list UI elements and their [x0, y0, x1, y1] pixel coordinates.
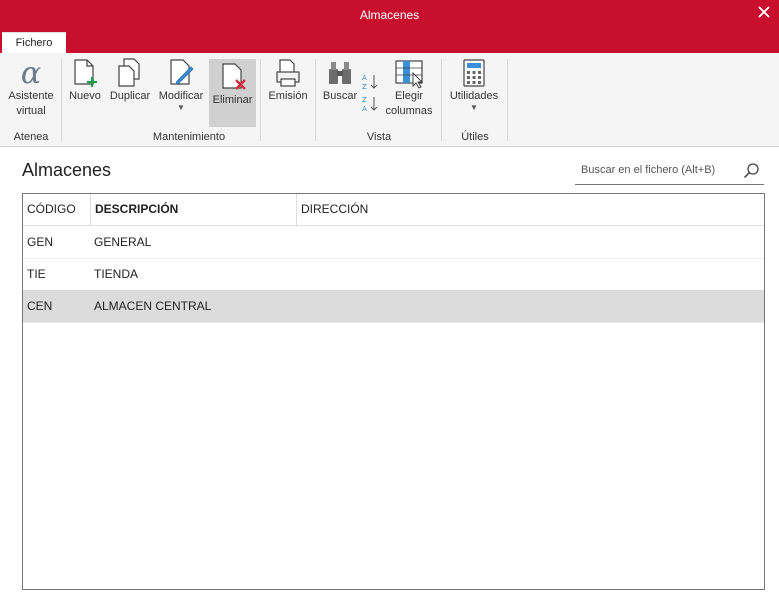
cell-direccion: [297, 290, 764, 322]
asistente-label-line2: virtual: [16, 105, 46, 117]
delete-document-icon: [221, 63, 246, 90]
chevron-down-icon: ▼: [177, 103, 185, 112]
column-header-direccion[interactable]: DIRECCIÓN: [297, 194, 764, 225]
modificar-label: Modificar: [158, 90, 204, 102]
group-label-vista: Vista: [366, 131, 392, 143]
svg-text:α: α: [21, 57, 41, 89]
table-row-selected[interactable]: CEN ALMACEN CENTRAL: [23, 290, 764, 323]
search-icon[interactable]: [743, 162, 760, 179]
sort-za-icon[interactable]: Z A: [361, 95, 379, 112]
utilidades-label: Utilidades: [449, 90, 499, 102]
duplicate-icon: [118, 58, 140, 87]
elegir-label-line2: columnas: [385, 105, 433, 117]
duplicar-button[interactable]: Duplicar: [106, 57, 154, 127]
cell-codigo: TIE: [27, 267, 46, 281]
cell-codigo: GEN: [27, 235, 54, 249]
elegir-columnas-button[interactable]: Elegir columnas: [382, 57, 436, 127]
duplicar-label: Duplicar: [109, 90, 151, 102]
group-separator: [260, 59, 261, 141]
modificar-button[interactable]: Modificar ▼: [155, 57, 207, 127]
group-label-atenea: Atenea: [13, 131, 49, 143]
buscar-label: Buscar: [322, 90, 358, 102]
cell-descripcion: GENERAL: [94, 235, 152, 249]
eliminar-label: Eliminar: [212, 94, 253, 106]
elegir-label-line1: Elegir: [394, 90, 424, 102]
asistente-virtual-button[interactable]: α Asistente virtual: [4, 57, 58, 127]
title-bar: Almacenes: [0, 0, 779, 30]
nuevo-label: Nuevo: [69, 90, 101, 102]
edit-document-icon: [170, 59, 194, 85]
group-label-mantenimiento: Mantenimiento: [152, 131, 226, 143]
utilidades-button[interactable]: Utilidades ▼: [446, 57, 502, 127]
table-row[interactable]: TIE TIENDA: [23, 258, 764, 291]
svg-text:A: A: [362, 74, 367, 82]
grid-header: CÓDIGO DESCRIPCIÓN DIRECCIÓN: [23, 194, 764, 226]
svg-text:Z: Z: [362, 96, 367, 104]
page-title: Almacenes: [22, 160, 112, 180]
emision-label: Emisión: [268, 90, 308, 102]
cell-descripcion: TIENDA: [94, 267, 139, 281]
binoculars-icon: [329, 62, 351, 84]
data-grid: CÓDIGO DESCRIPCIÓN DIRECCIÓN GEN GENERAL…: [22, 193, 765, 590]
asistente-label-line1: Asistente: [8, 90, 54, 102]
new-document-icon: [74, 59, 97, 87]
svg-text:A: A: [362, 105, 367, 112]
cell-direccion: [297, 258, 764, 290]
group-label-utiles: Útiles: [461, 131, 489, 143]
group-separator: [507, 59, 508, 141]
svg-text:Z: Z: [362, 83, 367, 90]
group-separator: [315, 59, 316, 141]
group-separator: [441, 59, 442, 141]
buscar-button[interactable]: Buscar: [320, 57, 360, 127]
cell-descripcion: ALMACEN CENTRAL: [94, 299, 212, 313]
eliminar-button[interactable]: Eliminar: [209, 59, 256, 127]
nuevo-button[interactable]: Nuevo: [66, 57, 104, 127]
print-icon: [276, 59, 300, 87]
search-input[interactable]: Buscar en el fichero (Alt+B): [581, 164, 715, 176]
window-title: Almacenes: [359, 8, 420, 22]
close-icon[interactable]: [755, 3, 773, 21]
emision-button[interactable]: Emisión: [264, 57, 312, 127]
table-row[interactable]: GEN GENERAL: [23, 226, 764, 259]
column-header-codigo[interactable]: CÓDIGO: [23, 194, 90, 225]
calculator-icon: [463, 59, 485, 87]
chevron-down-icon: ▼: [470, 103, 478, 112]
alpha-icon: α: [21, 57, 41, 89]
column-header-descripcion[interactable]: DESCRIPCIÓN: [90, 194, 297, 225]
ribbon-tab-row: Fichero: [0, 30, 779, 54]
ribbon: α Asistente virtual Atenea Nuevo Duplica…: [0, 53, 779, 147]
group-separator: [61, 59, 62, 141]
columns-icon: [395, 60, 424, 89]
cell-codigo: CEN: [27, 299, 53, 313]
tab-fichero[interactable]: Fichero: [2, 32, 66, 54]
sort-az-icon[interactable]: A Z: [361, 73, 379, 90]
cell-direccion: [297, 226, 764, 258]
search-field[interactable]: Buscar en el fichero (Alt+B): [575, 159, 764, 185]
